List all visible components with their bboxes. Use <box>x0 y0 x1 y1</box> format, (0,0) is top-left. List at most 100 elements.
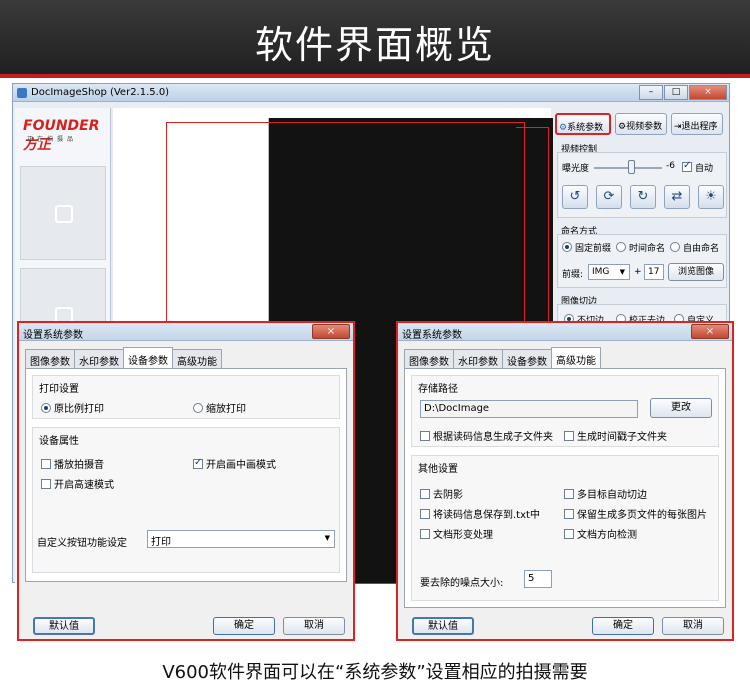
radio-scale[interactable] <box>193 403 203 413</box>
tab-advanced[interactable]: 高级功能 <box>551 347 601 368</box>
swap-icon[interactable]: ⇄ <box>664 185 690 209</box>
deform-label: 文档形变处理 <box>433 530 493 541</box>
browse-images-button[interactable]: 浏览图像 <box>668 263 724 281</box>
banner-title: 软件界面概览 <box>254 23 495 67</box>
pip-mode-checkbox[interactable]: 开启画中画模式 <box>193 456 276 471</box>
deshadow-checkbox[interactable]: 去阴影 <box>420 486 463 501</box>
exposure-slider-thumb[interactable] <box>628 160 636 174</box>
check-box[interactable] <box>420 431 430 441</box>
cancel-button[interactable]: 取消 <box>662 617 724 635</box>
thumbnail-item[interactable] <box>20 166 106 260</box>
high-speed-label: 开启高速模式 <box>54 480 114 491</box>
change-path-button[interactable]: 更改 <box>650 398 712 418</box>
other-settings-section: 其他设置 去阴影 多目标自动切边 将读码信息保存到.txt中 保留生成多页文件的… <box>411 455 719 601</box>
radio-free[interactable] <box>670 242 680 252</box>
refresh-icon[interactable]: ⟳ <box>596 185 622 209</box>
high-speed-checkbox[interactable]: 开启高速模式 <box>41 476 114 491</box>
app-title: DocImageShop (Ver2.1.5.0) <box>31 87 170 98</box>
time-folder-checkbox[interactable]: 生成时间戳子文件夹 <box>564 428 667 443</box>
number-field[interactable]: 17 <box>644 264 664 280</box>
advanced-tab-pane: 存储路径 D:\DocImage 更改 根据读码信息生成子文件夹 生成时间戳子文… <box>404 368 726 608</box>
radio-original[interactable] <box>41 403 51 413</box>
play-sound-label: 播放拍摄音 <box>54 460 104 471</box>
noise-size-field[interactable]: 5 <box>524 570 552 588</box>
save-barcode-label: 将读码信息保存到.txt中 <box>433 510 540 521</box>
check-box[interactable] <box>564 489 574 499</box>
tab-device-params[interactable]: 设备参数 <box>123 347 173 368</box>
check-box[interactable] <box>193 457 203 469</box>
rotate-left-icon[interactable]: ↺ <box>562 185 588 209</box>
tab-image-params[interactable]: 图像参数 <box>404 349 454 368</box>
video-params-button[interactable]: ⚙视频参数 <box>615 113 667 135</box>
radio-time[interactable] <box>616 242 626 252</box>
auto-check-box[interactable] <box>682 160 692 172</box>
naming-option-label: 自由命名 <box>683 244 720 254</box>
device-properties-title: 设备属性 <box>39 436 79 447</box>
auto-label: 自动 <box>695 164 714 174</box>
tab-watermark-params[interactable]: 水印参数 <box>74 349 124 368</box>
check-box[interactable] <box>564 509 574 519</box>
brightness-icon[interactable]: ☀ <box>698 185 724 209</box>
default-button[interactable]: 默认值 <box>412 617 474 635</box>
minimize-button[interactable]: – <box>639 85 663 100</box>
other-settings-title: 其他设置 <box>418 464 458 475</box>
cancel-button[interactable]: 取消 <box>283 617 345 635</box>
print-scale-option[interactable]: 缩放打印 <box>193 400 246 415</box>
radio-fixed[interactable] <box>562 242 572 252</box>
prefix-select[interactable]: IMG ▼ <box>588 264 630 280</box>
custom-button-select[interactable]: 打印 ▼ <box>147 530 335 548</box>
check-box[interactable] <box>564 431 574 441</box>
close-button[interactable]: × <box>689 85 727 100</box>
exit-icon: ⇥ <box>674 122 682 132</box>
dialog-tabs: 图像参数 水印参数 设备参数 高级功能 <box>25 347 222 369</box>
check-box[interactable] <box>420 509 430 519</box>
barcode-folder-label: 根据读码信息生成子文件夹 <box>433 432 553 443</box>
tab-advanced[interactable]: 高级功能 <box>172 349 222 368</box>
maximize-button[interactable]: □ <box>664 85 688 100</box>
print-settings-title: 打印设置 <box>39 384 79 395</box>
naming-option-time[interactable]: 时间命名 <box>616 241 665 254</box>
noise-size-label: 要去除的噪点大小: <box>420 578 504 589</box>
multipage-checkbox[interactable]: 保留生成多页文件的每张图片 <box>564 506 707 521</box>
multi-crop-label: 多目标自动切边 <box>577 490 647 501</box>
multipage-label: 保留生成多页文件的每张图片 <box>577 510 707 521</box>
close-icon[interactable]: × <box>691 324 729 339</box>
naming-option-free[interactable]: 自由命名 <box>670 241 719 254</box>
default-button[interactable]: 默认值 <box>33 617 95 635</box>
check-box[interactable] <box>420 529 430 539</box>
storage-path-field[interactable]: D:\DocImage <box>420 400 638 418</box>
save-barcode-checkbox[interactable]: 将读码信息保存到.txt中 <box>420 506 540 521</box>
header-banner: 软件界面概览 <box>0 0 750 78</box>
check-box[interactable] <box>41 479 51 489</box>
settings-dialog-advanced: 设置系统参数 × 图像参数 水印参数 设备参数 高级功能 存储路径 D:\Doc… <box>396 321 734 641</box>
rotate-right-icon[interactable]: ↻ <box>630 185 656 209</box>
ok-button[interactable]: 确定 <box>213 617 275 635</box>
exit-button[interactable]: ⇥退出程序 <box>671 113 723 135</box>
barcode-folder-checkbox[interactable]: 根据读码信息生成子文件夹 <box>420 428 553 443</box>
system-params-button[interactable]: ⚙系统参数 <box>555 113 611 135</box>
window-controls: – □ × <box>639 85 727 100</box>
deform-checkbox[interactable]: 文档形变处理 <box>420 526 493 541</box>
multi-crop-checkbox[interactable]: 多目标自动切边 <box>564 486 647 501</box>
tab-image-params[interactable]: 图像参数 <box>25 349 75 368</box>
check-box[interactable] <box>41 459 51 469</box>
tab-watermark-params[interactable]: 水印参数 <box>453 349 503 368</box>
auto-checkbox[interactable]: 自动 <box>682 160 714 174</box>
check-box[interactable] <box>420 489 430 499</box>
print-original-option[interactable]: 原比例打印 <box>41 400 104 415</box>
dialog-title: 设置系统参数 <box>402 330 462 341</box>
video-params-label: 视频参数 <box>626 122 663 132</box>
check-box[interactable] <box>564 529 574 539</box>
tab-device-params[interactable]: 设备参数 <box>502 349 552 368</box>
logo-sub-text: 正在拍摄品 <box>27 136 78 143</box>
dialog-tabs: 图像参数 水印参数 设备参数 高级功能 <box>404 347 601 369</box>
prefix-label: 前缀: <box>562 270 584 280</box>
image-placeholder-icon <box>55 205 73 223</box>
connector-line <box>516 127 549 128</box>
naming-option-fixed[interactable]: 固定前缀 <box>562 241 611 254</box>
ok-button[interactable]: 确定 <box>592 617 654 635</box>
close-icon[interactable]: × <box>312 324 350 339</box>
orientation-checkbox[interactable]: 文档方向检测 <box>564 526 637 541</box>
print-original-label: 原比例打印 <box>54 404 104 415</box>
play-sound-checkbox[interactable]: 播放拍摄音 <box>41 456 104 471</box>
